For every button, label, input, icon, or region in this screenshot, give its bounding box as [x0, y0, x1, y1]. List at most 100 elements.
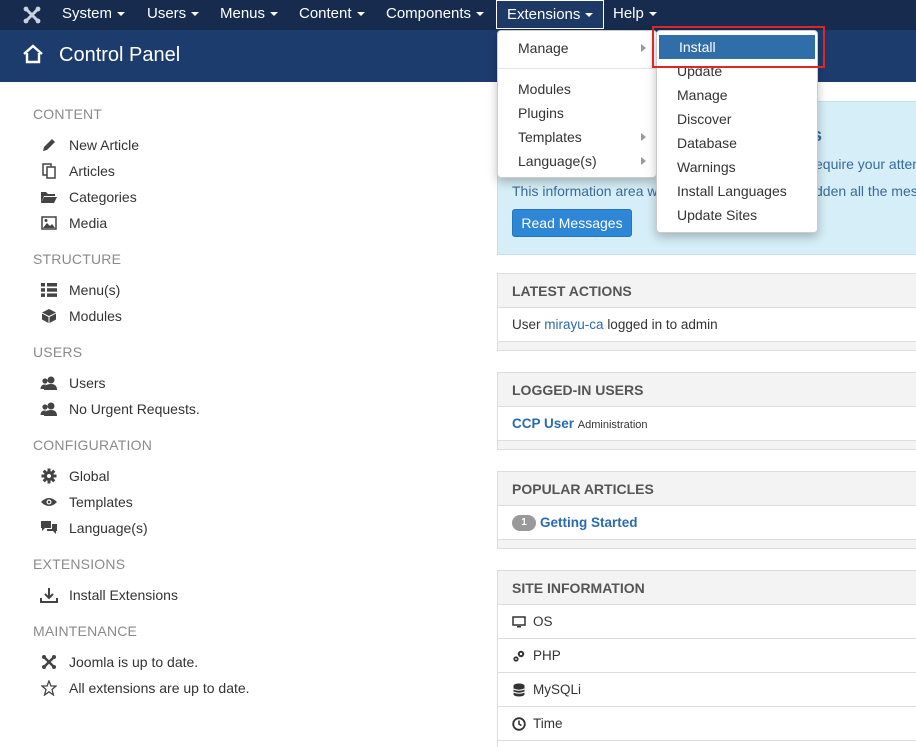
- nav-help[interactable]: Help: [603, 0, 667, 28]
- menu-item-templates[interactable]: Templates: [498, 125, 656, 149]
- sidebar-item-label: Templates: [69, 494, 133, 510]
- list-icon: [40, 281, 58, 299]
- sidebar-item-templates[interactable]: Templates: [40, 492, 133, 512]
- submenu-item-manage[interactable]: Manage: [657, 83, 817, 107]
- sidebar-item-new-article[interactable]: New Article: [40, 135, 139, 155]
- joomla-logo-icon[interactable]: [22, 5, 42, 25]
- sidebar-item-label: New Article: [69, 137, 140, 153]
- message-text: equire your attent: [815, 156, 916, 172]
- sidebar-item-label: Users: [69, 375, 106, 391]
- sidebar-item-label: No Urgent Requests.: [69, 401, 200, 417]
- database-icon: [512, 683, 526, 697]
- cogs-icon: [512, 649, 526, 663]
- menu-item-languages[interactable]: Language(s): [498, 149, 656, 173]
- eye-icon: [40, 493, 58, 511]
- message-text: dden all the mess: [815, 183, 916, 199]
- user-link[interactable]: mirayu-ca: [544, 317, 603, 332]
- menu-item-plugins[interactable]: Plugins: [498, 101, 656, 125]
- caret-down-icon: [648, 12, 657, 17]
- caret-down-icon: [270, 12, 279, 17]
- submenu-item-warnings[interactable]: Warnings: [657, 155, 817, 179]
- sidebar-item-label: Language(s): [69, 520, 148, 536]
- sidebar-item-languages[interactable]: Language(s): [40, 518, 148, 538]
- site-info-label: MySQLi: [533, 681, 582, 697]
- sidebar-item-extensions-uptodate[interactable]: All extensions are up to date.: [40, 678, 250, 698]
- sidebar-item-modules[interactable]: Modules: [40, 306, 122, 326]
- menu-divider: [498, 68, 656, 69]
- sidebar-item-media[interactable]: Media: [40, 213, 107, 233]
- download-icon: [40, 586, 58, 604]
- nav-menus-label: Menus: [220, 5, 266, 22]
- article-link[interactable]: Getting Started: [540, 515, 638, 530]
- nav-users-label: Users: [147, 5, 187, 22]
- sidebar-item-categories[interactable]: Categories: [40, 187, 137, 207]
- caret-down-icon: [476, 12, 485, 17]
- action-prefix: User: [512, 317, 541, 332]
- action-suffix: logged in to admin: [607, 317, 718, 332]
- sidebar-item-urgent-requests[interactable]: No Urgent Requests.: [40, 399, 200, 419]
- section-title-extensions: EXTENSIONS: [33, 556, 126, 572]
- menu-item-label: Database: [677, 135, 737, 151]
- menu-item-label: Update Sites: [677, 207, 758, 223]
- site-info-label: PHP: [533, 647, 561, 663]
- sidebar-item-menus[interactable]: Menu(s): [40, 280, 120, 300]
- sidebar-item-users[interactable]: Users: [40, 373, 106, 393]
- menu-item-modules[interactable]: Modules: [498, 77, 656, 101]
- extensions-dropdown: Manage Modules Plugins Templates Languag…: [497, 30, 657, 178]
- nav-users[interactable]: Users: [137, 0, 209, 28]
- submenu-item-update-sites[interactable]: Update Sites: [657, 203, 817, 227]
- nav-extensions[interactable]: Extensions: [496, 0, 605, 29]
- panel-footer: [498, 441, 916, 449]
- sidebar-item-articles[interactable]: Articles: [40, 161, 115, 181]
- caret-down-icon: [117, 12, 126, 17]
- read-messages-button[interactable]: Read Messages: [512, 209, 632, 237]
- site-info-row-time: Time: [498, 707, 916, 741]
- menu-item-label: Modules: [518, 81, 571, 97]
- menu-item-manage[interactable]: Manage: [498, 36, 656, 60]
- caret-down-icon: [585, 13, 594, 18]
- section-title-configuration: CONFIGURATION: [33, 437, 153, 453]
- nav-components[interactable]: Components: [376, 0, 494, 28]
- submenu-item-database[interactable]: Database: [657, 131, 817, 155]
- menu-item-label: Manage: [677, 87, 728, 103]
- sidebar-item-label: Joomla is up to date.: [69, 654, 199, 670]
- caret-down-icon: [191, 12, 200, 17]
- nav-components-label: Components: [386, 5, 472, 22]
- panel-title: LOGGED-IN USERS: [498, 373, 916, 407]
- logged-user-row: CCP User Administration: [498, 407, 916, 441]
- sidebar-item-joomla-uptodate[interactable]: Joomla is up to date.: [40, 652, 198, 672]
- monitor-icon: [512, 615, 526, 628]
- submenu-item-install-languages[interactable]: Install Languages: [657, 179, 817, 203]
- user-link[interactable]: CCP User: [512, 416, 574, 431]
- sidebar-item-label: Global: [69, 468, 110, 484]
- nav-menus[interactable]: Menus: [210, 0, 288, 28]
- action-row: User mirayu-ca logged in to admin: [498, 308, 916, 342]
- copy-icon: [40, 162, 58, 180]
- section-title-users: USERS: [33, 344, 83, 360]
- star-icon: [40, 679, 58, 697]
- sidebar-item-install-extensions[interactable]: Install Extensions: [40, 585, 178, 605]
- sidebar-item-global[interactable]: Global: [40, 466, 109, 486]
- submenu-item-discover[interactable]: Discover: [657, 107, 817, 131]
- nav-content[interactable]: Content: [289, 0, 375, 28]
- nav-system[interactable]: System: [52, 0, 135, 28]
- section-title-content: CONTENT: [33, 106, 103, 122]
- caret-right-icon: [641, 157, 646, 165]
- nav-system-label: System: [62, 5, 113, 22]
- annotation-highlight-box: [652, 26, 825, 68]
- sidebar-item-label: All extensions are up to date.: [69, 680, 250, 696]
- page-title: Control Panel: [59, 44, 181, 66]
- joomla-icon: [40, 653, 58, 671]
- menu-item-label: Plugins: [518, 105, 564, 121]
- cube-icon: [40, 307, 58, 325]
- nav-help-label: Help: [613, 5, 644, 22]
- caret-down-icon: [356, 12, 365, 17]
- menu-item-label: Templates: [518, 129, 582, 145]
- site-info-row-php: PHP: [498, 639, 916, 673]
- comments-icon: [40, 519, 58, 537]
- menu-item-label: Install Languages: [677, 183, 787, 199]
- message-text: This information area wor: [512, 183, 670, 199]
- hits-badge: 1: [512, 515, 536, 532]
- site-info-row-mysqli: MySQLi: [498, 673, 916, 707]
- caret-right-icon: [641, 133, 646, 141]
